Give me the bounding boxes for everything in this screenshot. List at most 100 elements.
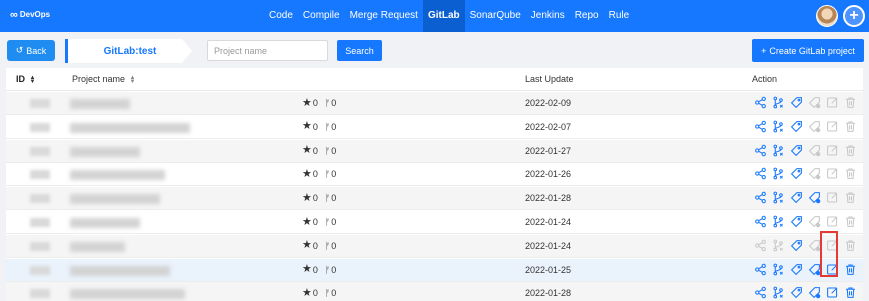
share-icon[interactable] <box>754 191 767 204</box>
table-row[interactable]: ★ 0 ᚠ 0 2022-01-25 <box>6 258 863 282</box>
edit-icon[interactable] <box>826 286 839 299</box>
share-icon[interactable] <box>754 167 767 180</box>
star-count: ★ 0 <box>302 240 318 251</box>
table-row[interactable]: ★ 0 ᚠ 0 2022-01-27 <box>6 139 863 163</box>
back-label: Back <box>26 45 47 56</box>
share-icon[interactable] <box>754 144 767 157</box>
column-id[interactable]: ID ▲ ▼ <box>16 74 36 85</box>
delete-icon[interactable] <box>844 286 857 299</box>
app-logo[interactable]: ∞ DevOps <box>10 8 50 21</box>
share-icon[interactable] <box>754 215 767 228</box>
table-row[interactable]: ★ 0 ᚠ 0 2022-01-24 <box>6 234 863 258</box>
table-row[interactable]: ★ 0 ᚠ 0 2022-02-07 <box>6 116 863 139</box>
delete-icon <box>844 215 857 228</box>
fork-icon: ᚠ <box>324 169 331 180</box>
infinity-icon: ∞ <box>10 8 18 21</box>
fork-count: ᚠ0 <box>325 98 336 108</box>
tag-icon[interactable] <box>790 286 803 299</box>
edit-icon <box>826 239 839 252</box>
nav-item-repo[interactable]: Repo <box>570 0 604 32</box>
tag-icon[interactable] <box>790 239 803 252</box>
redacted-project-name[interactable] <box>70 241 125 252</box>
nav-item-code[interactable]: Code <box>264 0 298 32</box>
table-row[interactable]: ★ 0 ᚠ 0 2022-01-28 <box>6 187 863 211</box>
nav-item-rule[interactable]: Rule <box>604 0 635 32</box>
nav-item-sonarqube[interactable]: SonarQube <box>465 0 526 32</box>
share-icon[interactable] <box>754 263 767 276</box>
star-count: ★ 0 <box>302 216 318 227</box>
star-icon: ★ <box>302 96 312 109</box>
redacted-project-name[interactable] <box>70 265 170 276</box>
branch-icon[interactable] <box>772 96 785 109</box>
branch-icon[interactable] <box>772 215 785 228</box>
project-table: ID ▲ ▼ Project name ▲ ▼ Last Update Action… <box>6 68 863 301</box>
tag-icon[interactable] <box>790 191 803 204</box>
branch-icon[interactable] <box>772 120 785 133</box>
last-update-date: 2022-02-07 <box>525 121 572 132</box>
fork-icon: ᚠ <box>324 264 331 275</box>
fork-count: ᚠ0 <box>325 241 336 251</box>
edit-icon[interactable] <box>826 263 839 276</box>
tag-icon[interactable] <box>790 167 803 180</box>
redacted-project-name[interactable] <box>70 146 140 157</box>
nav-item-merge-request[interactable]: Merge Request <box>345 0 423 32</box>
redacted-id <box>30 170 50 180</box>
last-update-date: 2022-01-24 <box>525 217 572 227</box>
nav-item-jenkins[interactable]: Jenkins <box>526 0 570 32</box>
star-count-value: 0 <box>312 98 318 108</box>
star-count-value: 0 <box>312 240 318 251</box>
branch-icon[interactable] <box>772 263 785 276</box>
tag-search-icon[interactable] <box>808 263 821 276</box>
branch-icon[interactable] <box>772 191 785 204</box>
redacted-project-name[interactable] <box>70 194 160 205</box>
project-stats: ★ 0 ᚠ 0 <box>302 240 336 251</box>
branch-icon[interactable] <box>772 167 785 180</box>
redacted-project-name[interactable] <box>70 289 185 300</box>
back-button[interactable]: ↺ Back <box>7 40 55 61</box>
add-button[interactable]: + <box>843 5 865 27</box>
redacted-id <box>30 289 50 299</box>
redacted-project-name[interactable] <box>70 99 130 109</box>
breadcrumb: GitLab:test <box>65 39 192 63</box>
tag-icon[interactable] <box>790 120 803 133</box>
fork-icon: ᚠ <box>324 121 331 132</box>
branch-icon[interactable] <box>772 144 785 157</box>
share-icon[interactable] <box>754 286 767 299</box>
redacted-project-name[interactable] <box>70 170 165 181</box>
redacted-id <box>30 122 50 132</box>
nav-item-gitlab[interactable]: GitLab <box>422 0 465 32</box>
tag-search-icon[interactable] <box>808 286 821 299</box>
back-icon: ↺ <box>15 45 24 55</box>
table-row[interactable]: ★ 0 ᚠ 0 2022-01-28 <box>6 282 863 301</box>
table-row[interactable]: ★ 0 ᚠ 0 2022-01-26 <box>6 163 863 187</box>
sort-icon[interactable]: ▲ ▼ <box>130 75 136 85</box>
share-icon[interactable] <box>754 120 767 133</box>
delete-icon[interactable] <box>844 263 857 276</box>
fork-count: ᚠ0 <box>325 146 336 156</box>
tag-search-icon[interactable] <box>808 191 821 204</box>
tag-icon[interactable] <box>790 263 803 276</box>
table-header: ID ▲ ▼ Project name ▲ ▼ Last Update Action <box>6 68 863 91</box>
sort-icon[interactable]: ▲ ▼ <box>30 75 36 85</box>
table-row[interactable]: ★ 0 ᚠ 0 2022-01-24 <box>6 211 863 234</box>
fork-count-value: 0 <box>331 169 337 180</box>
project-stats: ★ 0 ᚠ 0 <box>302 264 336 275</box>
column-project-name[interactable]: Project name ▲ ▼ <box>72 74 136 85</box>
nav-item-compile[interactable]: Compile <box>298 0 345 32</box>
avatar[interactable] <box>816 5 838 27</box>
tag-icon[interactable] <box>790 215 803 228</box>
star-icon: ★ <box>302 286 312 299</box>
project-stats: ★ 0 ᚠ 0 <box>302 121 336 132</box>
share-icon[interactable] <box>754 96 767 109</box>
redacted-id <box>30 194 50 204</box>
redacted-project-name[interactable] <box>70 218 140 228</box>
search-button[interactable]: Search <box>337 40 382 61</box>
table-row[interactable]: ★ 0 ᚠ 0 2022-02-09 <box>6 92 863 115</box>
tag-icon[interactable] <box>790 96 803 109</box>
branch-icon[interactable] <box>772 286 785 299</box>
redacted-project-name[interactable] <box>70 122 190 133</box>
tag-icon[interactable] <box>790 144 803 157</box>
search-input[interactable] <box>207 40 328 61</box>
create-project-button[interactable]: + Create GitLab project <box>752 39 864 62</box>
last-update-date: 2022-01-26 <box>525 169 572 180</box>
